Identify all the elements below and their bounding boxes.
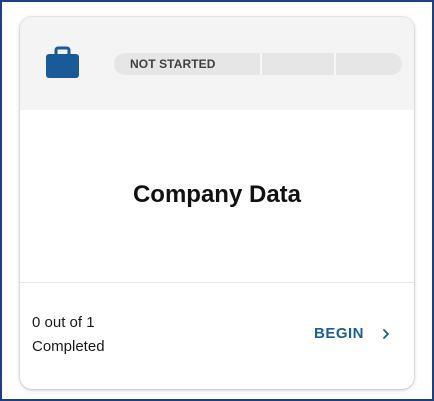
frame: NOT STARTED Company Data 0 out of 1 Comp…: [0, 0, 434, 401]
status-badge: NOT STARTED: [130, 57, 216, 71]
begin-button[interactable]: BEGIN: [314, 325, 390, 342]
completion-label: Completed: [32, 338, 105, 355]
progress-bar: NOT STARTED: [114, 53, 402, 75]
card-body: Company Data: [20, 110, 414, 283]
task-card[interactable]: NOT STARTED Company Data 0 out of 1 Comp…: [20, 17, 414, 389]
briefcase-icon: [46, 46, 79, 78]
chevron-right-icon: [383, 328, 389, 339]
begin-button-label: BEGIN: [313, 325, 364, 342]
completion-status: 0 out of 1 Completed: [32, 311, 105, 359]
completion-count: 0 out of 1: [32, 314, 95, 331]
progress-segment: [334, 53, 402, 75]
card-header: NOT STARTED: [20, 17, 414, 110]
progress-segment: [260, 53, 332, 75]
progress-segment: NOT STARTED: [114, 53, 260, 75]
card-footer: 0 out of 1 Completed BEGIN: [20, 283, 414, 389]
card-title: Company Data: [132, 181, 302, 208]
